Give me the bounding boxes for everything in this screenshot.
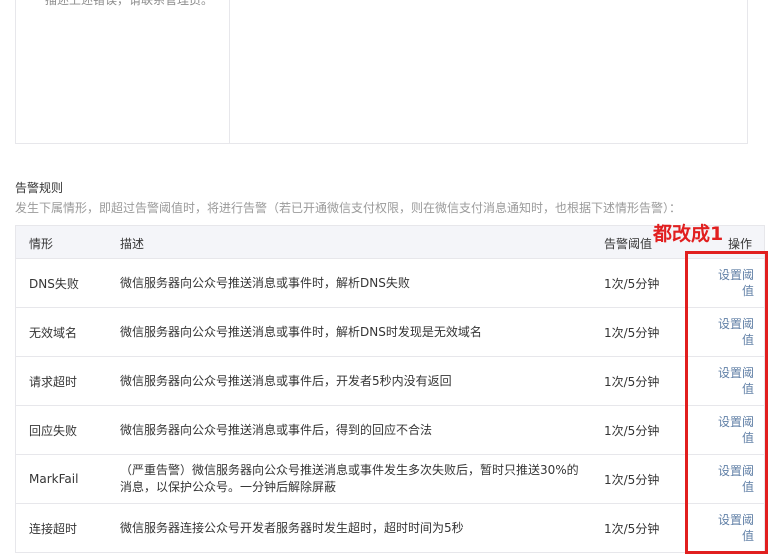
row-threshold: 1次/5分钟 — [604, 423, 660, 438]
row-threshold: 1次/5分钟 — [604, 374, 660, 389]
row-threshold: 1次/5分钟 — [604, 521, 660, 536]
row-case: 回应失败 — [29, 423, 78, 438]
section-description: 发生下属情形，即超过告警阈值时，将进行告警（若已开通微信支付权限，则在微信支付消… — [15, 201, 682, 215]
table-header: 情形 描述 告警阈值 操作 — [16, 226, 764, 259]
header-case: 情形 — [29, 237, 54, 251]
section-title: 告警规则 — [15, 181, 64, 195]
table-row: 请求超时 微信服务器向公众号推送消息或事件后，开发者5秒内没有返回 1次/5分钟… — [16, 357, 764, 406]
row-description: 微信服务器向公众号推送消息或事件时，解析DNS失败 — [120, 275, 410, 290]
row-case: MarkFail — [29, 472, 79, 486]
row-description: 微信服务器向公众号推送消息或事件后，开发者5秒内没有返回 — [120, 373, 452, 388]
info-panel-left: 描述上述错误，请联系管理员。 — [16, 0, 230, 143]
annotation-text: 都改成1 — [653, 223, 724, 245]
row-description: 微信服务器连接公众号开发者服务器时发生超时，超时时间为5秒 — [120, 520, 464, 535]
table-row: MarkFail （严重告警）微信服务器向公众号推送消息或事件发生多次失败后，暂… — [16, 455, 764, 504]
header-description: 描述 — [120, 237, 145, 251]
row-description: 微信服务器向公众号推送消息或事件后，得到的回应不合法 — [120, 422, 433, 437]
row-case: 连接超时 — [29, 521, 78, 536]
header-action: 操作 — [728, 237, 753, 251]
table-row: 无效域名 微信服务器向公众号推送消息或事件时，解析DNS时发现是无效域名 1次/… — [16, 308, 764, 357]
info-panel: 描述上述错误，请联系管理员。 — [15, 0, 748, 144]
row-case: DNS失败 — [29, 276, 79, 291]
table-row: DNS失败 微信服务器向公众号推送消息或事件时，解析DNS失败 1次/5分钟 设… — [16, 259, 764, 308]
row-case: 无效域名 — [29, 325, 78, 340]
row-case: 请求超时 — [29, 374, 78, 389]
annotation-highlight-box — [685, 251, 768, 554]
table-row: 连接超时 微信服务器连接公众号开发者服务器时发生超时，超时时间为5秒 1次/5分… — [16, 504, 764, 553]
row-description: （严重告警）微信服务器向公众号推送消息或事件发生多次失败后，暂时只推送30%的消… — [120, 463, 579, 494]
row-threshold: 1次/5分钟 — [604, 276, 660, 291]
info-panel-text: 描述上述错误，请联系管理员。 — [45, 0, 214, 7]
header-threshold: 告警阈值 — [604, 237, 653, 251]
alert-rules-table: 情形 描述 告警阈值 操作 DNS失败 微信服务器向公众号推送消息或事件时，解析… — [15, 225, 765, 553]
table-row: 回应失败 微信服务器向公众号推送消息或事件后，得到的回应不合法 1次/5分钟 设… — [16, 406, 764, 455]
row-threshold: 1次/5分钟 — [604, 472, 660, 487]
row-threshold: 1次/5分钟 — [604, 325, 660, 340]
row-description: 微信服务器向公众号推送消息或事件时，解析DNS时发现是无效域名 — [120, 324, 482, 339]
